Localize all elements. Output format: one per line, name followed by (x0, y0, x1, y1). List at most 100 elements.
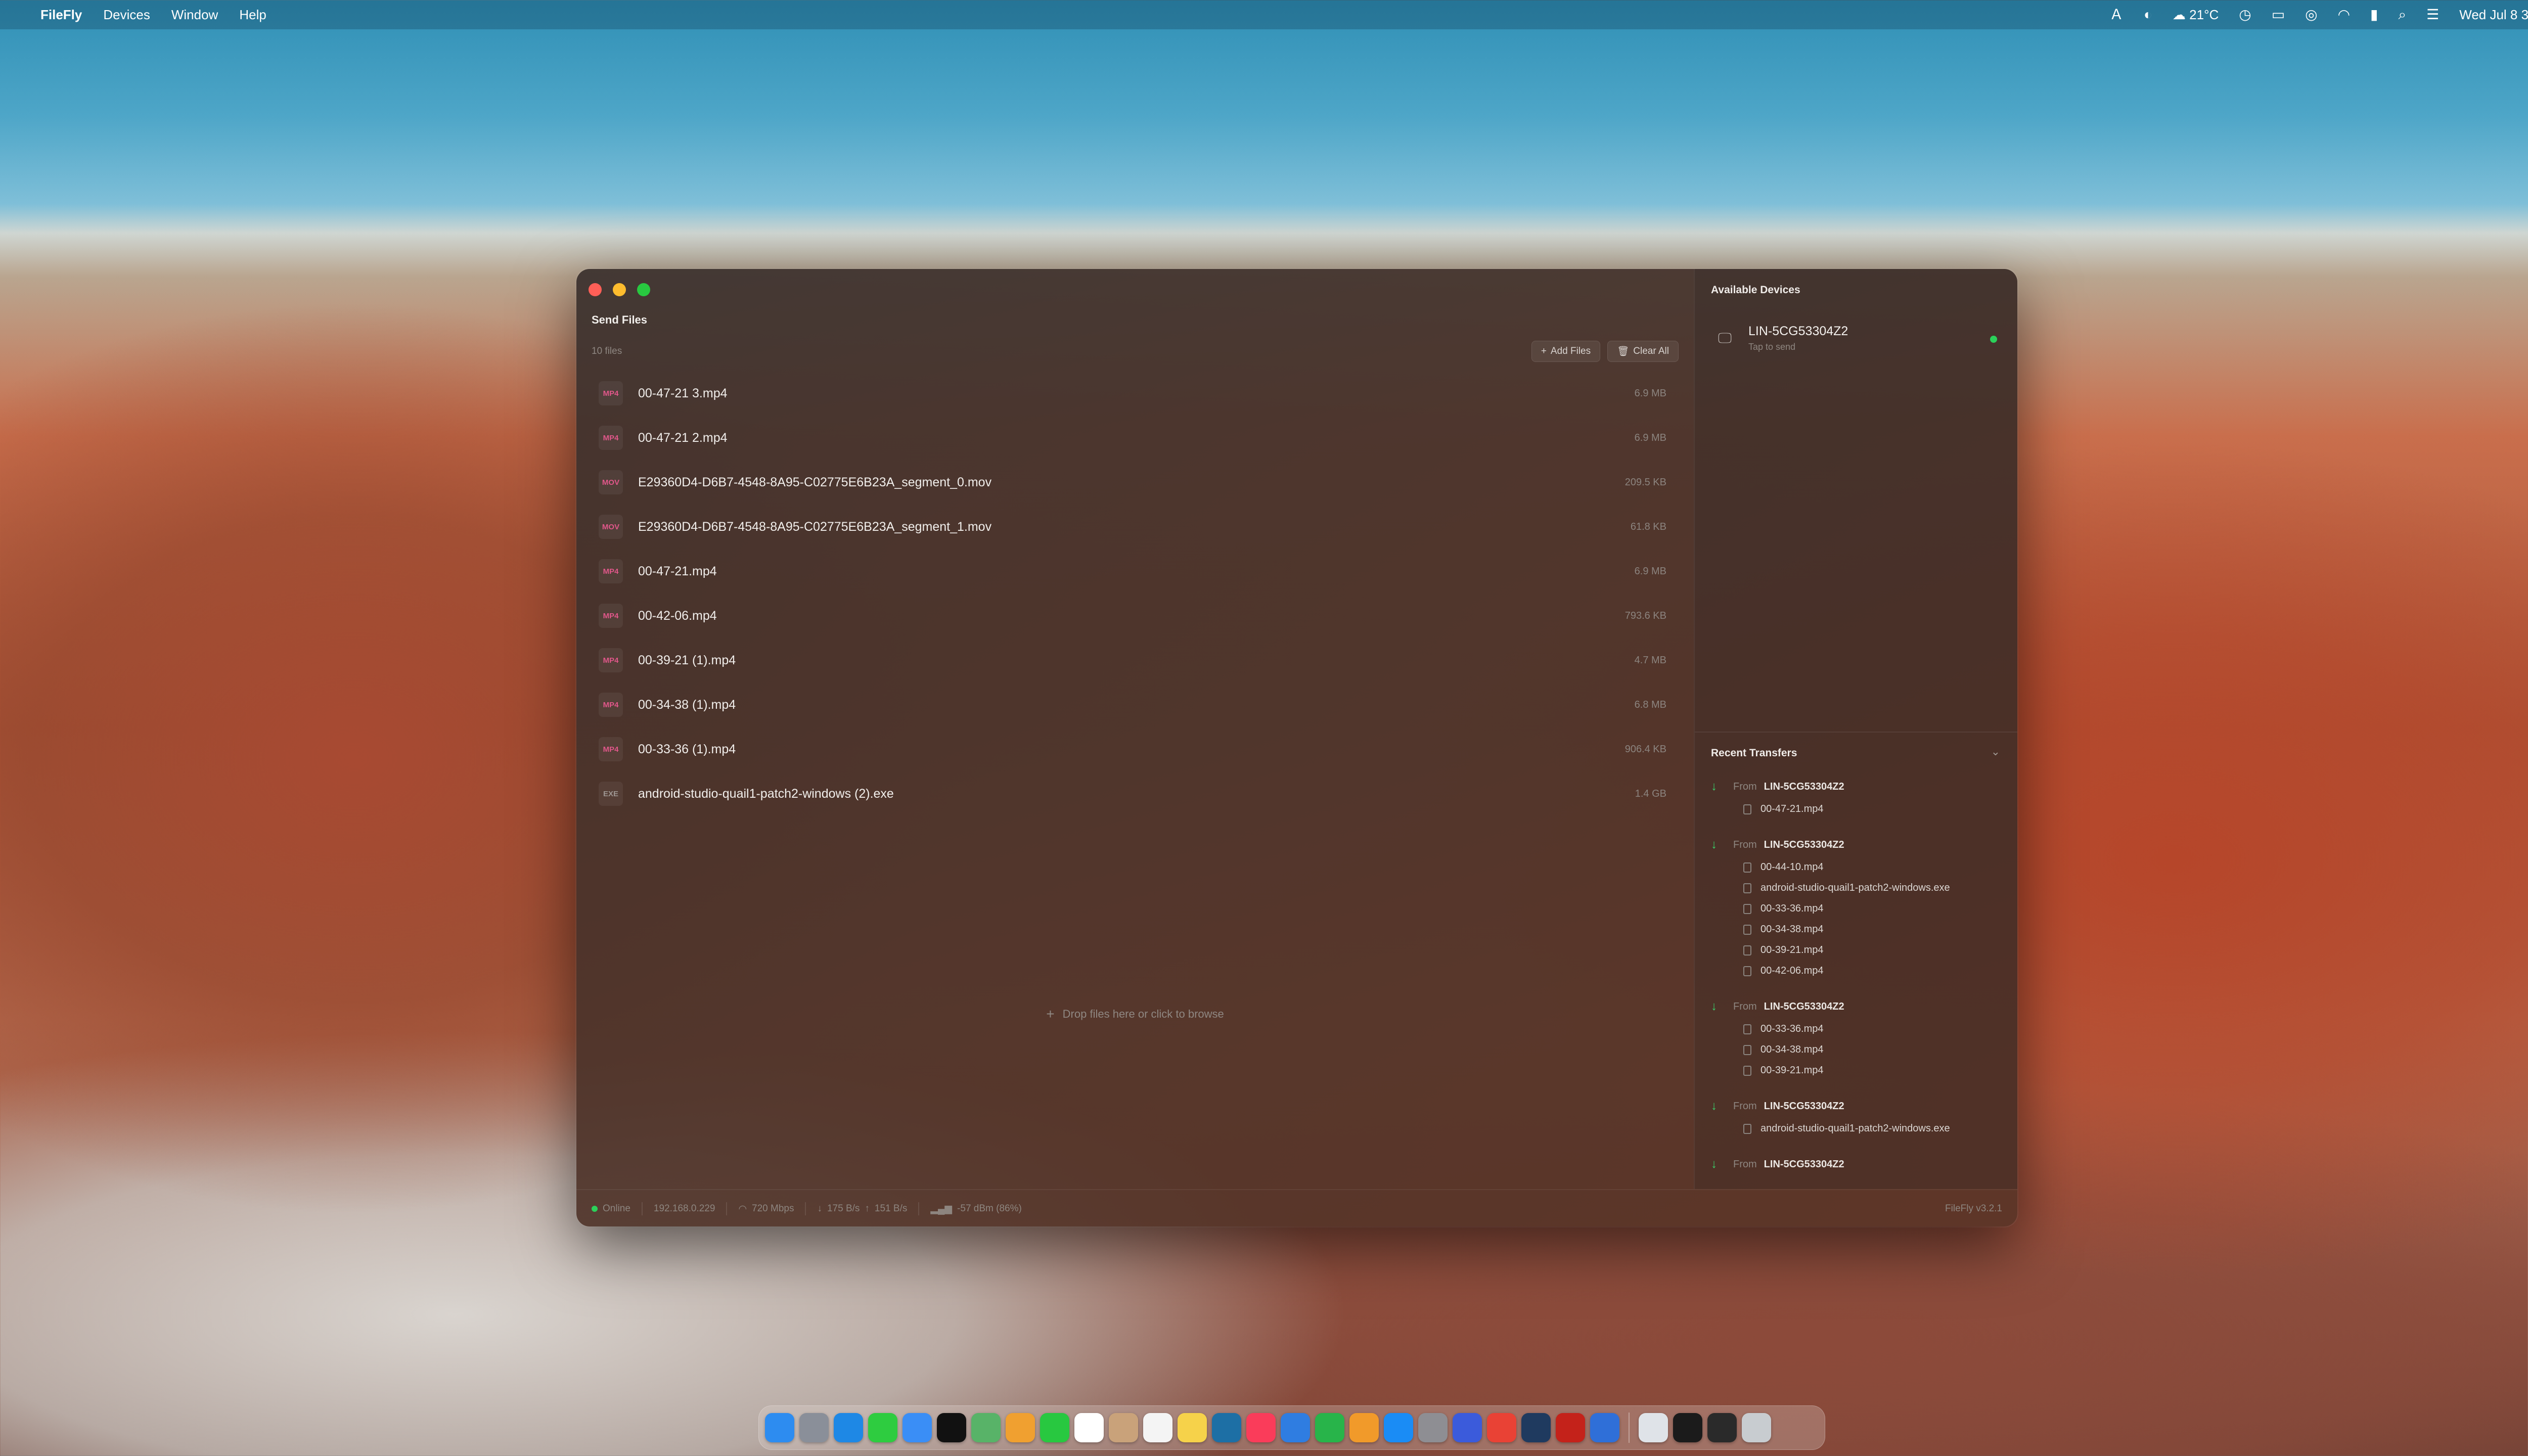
document-icon (1743, 924, 1751, 935)
menu-devices[interactable]: Devices (103, 7, 150, 23)
weather-cloud-icon: ☁ (2172, 7, 2186, 22)
file-row[interactable]: MP4 00-39-21 (1).mp4 4.7 MB (592, 638, 1679, 682)
preview-icon[interactable] (1639, 1413, 1668, 1442)
safari-icon[interactable] (834, 1413, 863, 1442)
pages-icon[interactable] (1349, 1413, 1379, 1442)
add-files-button[interactable]: + Add Files (1531, 341, 1601, 362)
launchpad-icon[interactable] (799, 1413, 829, 1442)
file-size: 209.5 KB (1624, 476, 1666, 488)
upload-rate: 151 B/s (874, 1203, 908, 1214)
source-device: LIN-5CG53304Z2 (1764, 839, 1844, 850)
display-icon[interactable]: ▭ (2272, 8, 2285, 22)
dock-divider (1629, 1413, 1630, 1443)
device-card[interactable]: 🖵 LIN-5CG53304Z2 Tap to send (1706, 315, 2007, 361)
notes-icon[interactable] (1178, 1413, 1207, 1442)
contacts-icon[interactable] (1109, 1413, 1138, 1442)
transfer-file[interactable]: 00-34-38.mp4 (1711, 1039, 2009, 1060)
reminders-icon[interactable] (1143, 1413, 1172, 1442)
acrobat-icon[interactable] (1556, 1413, 1585, 1442)
transfer-file[interactable]: android-studio-quail1-patch2-windows.exe (1711, 1118, 2009, 1139)
search-icon[interactable]: ⌕ (2398, 8, 2406, 22)
finder-icon[interactable] (765, 1413, 794, 1442)
send-files-title: Send Files (592, 313, 648, 326)
transfer-file[interactable]: 00-39-21.mp4 (1711, 940, 2009, 961)
file-row[interactable]: MP4 00-47-21.mp4 6.9 MB (592, 549, 1679, 594)
trash-icon: 🗑 (1617, 346, 1630, 357)
document-icon (1743, 1024, 1751, 1034)
apple-tv-icon[interactable] (937, 1413, 966, 1442)
control-center-icon[interactable]: ☰ (2426, 8, 2439, 22)
calendar-icon[interactable] (1074, 1413, 1104, 1442)
file-type-badge: MOV (599, 515, 623, 539)
menu-window[interactable]: Window (171, 7, 218, 23)
music-icon[interactable] (1246, 1413, 1276, 1442)
status-bar: Online 192.168.0.229 ◠ 720 Mbps ↓ 175 B/… (576, 1189, 2017, 1226)
drop-hint-text: Drop files here or click to browse (1062, 1008, 1224, 1020)
transfer-file-name: 00-42-06.mp4 (1760, 965, 1824, 976)
keynote-icon[interactable] (1281, 1413, 1310, 1442)
messages-icon[interactable] (868, 1413, 897, 1442)
file-size: 6.9 MB (1634, 387, 1666, 399)
document-icon (1743, 1065, 1751, 1076)
transfer-file[interactable]: android-studio-quail1-patch2-windows.exe (1711, 878, 2009, 898)
clock-icon[interactable]: ◷ (2239, 8, 2251, 22)
wifi-icon[interactable]: ◠ (2338, 8, 2350, 22)
transfer-file[interactable]: 00-44-10.mp4 (1711, 857, 2009, 878)
chrome-icon[interactable] (1487, 1413, 1516, 1442)
sketch-icon[interactable]: ◐ (2144, 8, 2152, 22)
transfer-file-name: 00-47-21.mp4 (1760, 803, 1824, 814)
photos-icon[interactable] (1006, 1413, 1035, 1442)
document-icon (1743, 883, 1751, 893)
file-row[interactable]: MOV E29360D4-D6B7-4548-8A95-C02775E6B23A… (592, 460, 1679, 505)
battery-icon[interactable]: ▮ (2370, 8, 2378, 22)
file-size: 6.9 MB (1634, 565, 1666, 577)
document-icon (1743, 966, 1751, 976)
file-row[interactable]: MP4 00-34-38 (1).mp4 6.8 MB (592, 682, 1679, 727)
transfer-file[interactable]: 00-42-06.mp4 (1711, 961, 2009, 981)
settings-icon[interactable] (1418, 1413, 1448, 1442)
file-type-badge: MOV (599, 470, 623, 494)
file-row[interactable]: MP4 00-42-06.mp4 793.6 KB (592, 594, 1679, 638)
menu-clock[interactable]: Wed Jul 8 3:09 AM (2459, 7, 2528, 23)
file-row[interactable]: MP4 00-47-21 3.mp4 6.9 MB (592, 371, 1679, 416)
transfer-file[interactable]: 00-33-36.mp4 (1711, 1019, 2009, 1039)
transfer-group-header: ↓ From LIN-5CG53304Z2 (1711, 1152, 2009, 1176)
transfer-file[interactable]: 00-47-21.mp4 (1711, 799, 2009, 820)
transfer-group-header: ↓ From LIN-5CG53304Z2 (1711, 1094, 2009, 1118)
maps-icon[interactable] (971, 1413, 1001, 1442)
user-icon[interactable]: ◎ (2305, 8, 2317, 22)
xcode-icon[interactable] (1521, 1413, 1551, 1442)
mail-icon[interactable] (902, 1413, 932, 1442)
file-size: 906.4 KB (1624, 743, 1666, 755)
file-type-badge: MP4 (599, 737, 623, 761)
freeform-icon[interactable] (1212, 1413, 1241, 1442)
text-input-icon[interactable]: Ａ (2109, 8, 2124, 22)
weather-widget[interactable]: ☁ 21°C (2173, 7, 2219, 23)
numbers-icon[interactable] (1315, 1413, 1344, 1442)
file-row[interactable]: MOV E29360D4-D6B7-4548-8A95-C02775E6B23A… (592, 505, 1679, 549)
transfer-file[interactable]: 00-39-21.mp4 (1711, 1060, 2009, 1081)
clear-all-button[interactable]: 🗑 Clear All (1607, 341, 1679, 362)
terminal-icon[interactable] (1673, 1413, 1702, 1442)
screens-icon[interactable] (1453, 1413, 1482, 1442)
file-row[interactable]: EXE android-studio-quail1-patch2-windows… (592, 771, 1679, 816)
signal-strength: ▂▄▆ -57 dBm (86%) (930, 1203, 1021, 1215)
file-name: android-studio-quail1-patch2-windows (2)… (638, 786, 894, 801)
chevron-down-icon[interactable]: ⌄ (1991, 745, 2000, 758)
wifi-icon: ◠ (738, 1203, 747, 1214)
file-row[interactable]: MP4 00-47-21 2.mp4 6.9 MB (592, 416, 1679, 460)
file-name: 00-33-36 (1).mp4 (638, 742, 736, 756)
app-store-icon[interactable] (1384, 1413, 1413, 1442)
filefly-icon[interactable] (1590, 1413, 1619, 1442)
facetime-icon[interactable] (1040, 1413, 1069, 1442)
transfer-file[interactable]: 00-33-36.mp4 (1711, 898, 2009, 919)
trash-icon[interactable] (1742, 1413, 1771, 1442)
file-row[interactable]: MP4 00-33-36 (1).mp4 906.4 KB (592, 727, 1679, 771)
menu-help[interactable]: Help (239, 7, 266, 23)
menu-app-name[interactable]: FileFly (40, 7, 82, 23)
arrow-down-icon: ↓ (1711, 999, 1717, 1013)
transfer-file[interactable]: 00-34-38.mp4 (1711, 919, 2009, 940)
activity-monitor-icon[interactable] (1707, 1413, 1737, 1442)
drop-zone[interactable]: + Drop files here or click to browse (576, 1006, 1694, 1022)
ip-text: 192.168.0.229 (653, 1203, 715, 1214)
